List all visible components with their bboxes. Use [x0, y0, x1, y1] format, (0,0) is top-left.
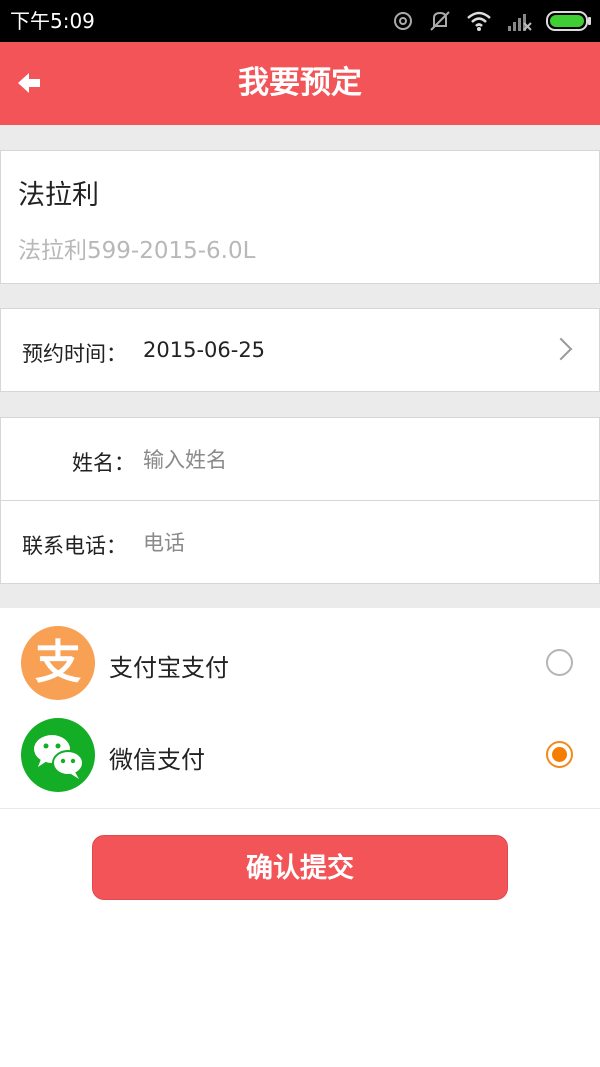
- alipay-icon: 支: [21, 626, 95, 700]
- wifi-icon: [467, 11, 491, 31]
- payment-label: 微信支付: [109, 746, 205, 774]
- section-gap: [0, 584, 600, 608]
- signal-icon: [508, 14, 532, 31]
- wechat-icon: [21, 718, 95, 792]
- section-gap: [0, 125, 600, 150]
- car-model: 法拉利599-2015-6.0L: [18, 238, 256, 264]
- submit-button[interactable]: 确认提交: [92, 835, 508, 900]
- phone-input[interactable]: [143, 528, 563, 558]
- back-button[interactable]: [14, 66, 48, 100]
- reservation-time-row[interactable]: 预约时间： 2015-06-25: [0, 308, 600, 392]
- car-info-card: 法拉利 法拉利599-2015-6.0L: [0, 150, 600, 284]
- battery-icon: [546, 11, 591, 31]
- page-title: 我要预定: [238, 65, 362, 101]
- name-input[interactable]: [143, 445, 563, 475]
- contact-form: 姓名： 联系电话：: [0, 417, 600, 584]
- payment-option-alipay[interactable]: 支 支付宝支付: [0, 618, 600, 710]
- reservation-date: 2015-06-25: [143, 338, 266, 362]
- divider: [0, 808, 600, 809]
- divider: [1, 500, 599, 501]
- status-bar: 下午5:09: [0, 0, 600, 42]
- payment-section: 支 支付宝支付 微信支付: [0, 608, 600, 808]
- phone-label: 联系电话：: [22, 534, 127, 558]
- reservation-time-label: 预约时间：: [22, 342, 127, 366]
- car-name: 法拉利: [18, 180, 99, 211]
- payment-option-wechat[interactable]: 微信支付: [0, 710, 600, 802]
- back-arrow-icon: [18, 73, 40, 93]
- name-label: 姓名：: [72, 451, 135, 475]
- status-icons: [392, 7, 592, 35]
- sync-icon: [394, 12, 412, 30]
- wechat-bubbles-icon: [34, 735, 84, 779]
- chevron-right-icon: [549, 337, 573, 361]
- alipay-radio[interactable]: [546, 649, 573, 676]
- section-gap: [0, 284, 600, 308]
- header-bar: 我要预定: [0, 42, 600, 125]
- status-time: 下午5:09: [10, 9, 95, 33]
- mute-icon: [430, 11, 450, 31]
- section-gap: [0, 392, 600, 417]
- alipay-glyph: 支: [35, 635, 81, 689]
- wechat-radio[interactable]: [546, 741, 573, 768]
- payment-label: 支付宝支付: [109, 654, 229, 682]
